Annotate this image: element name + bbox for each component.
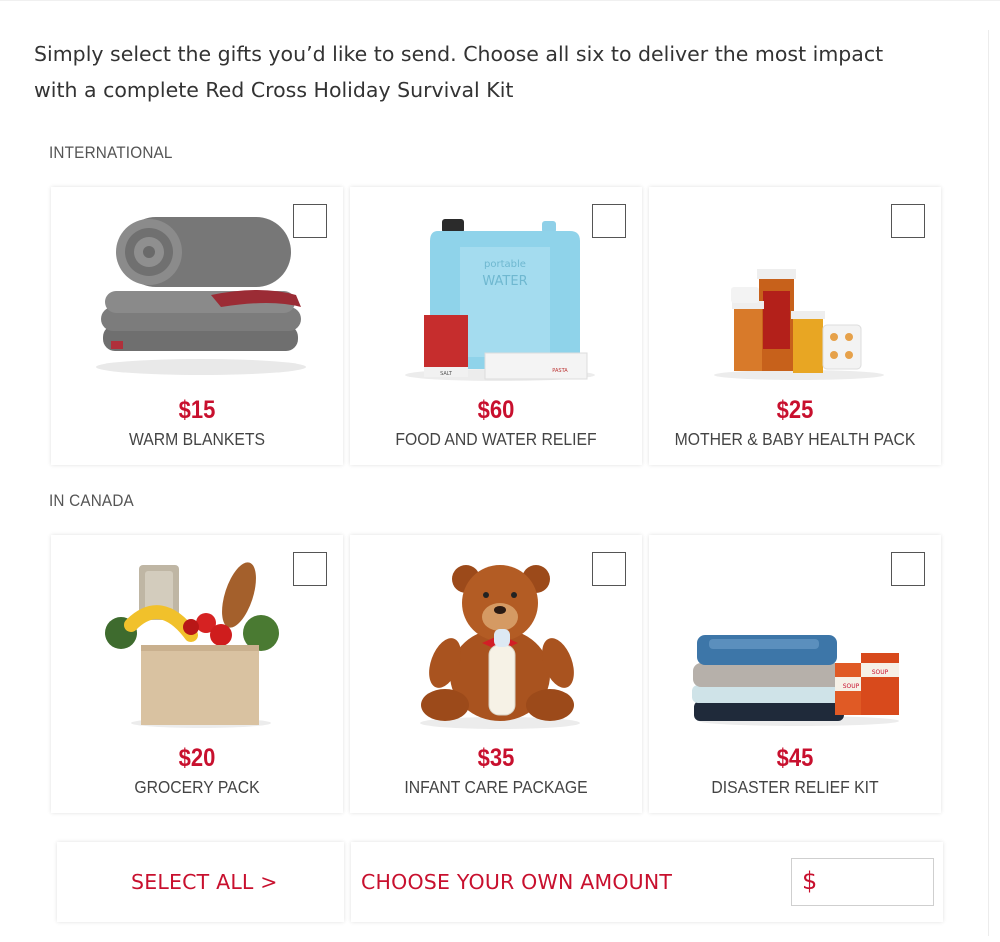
medicine-icon [714,269,884,380]
salt-label: SALT [440,371,453,377]
gift-price: $60 [477,396,515,424]
gift-name: DISASTER RELIEF KIT [711,777,879,797]
gift-checkbox[interactable] [293,552,327,586]
intro-line-2: with a complete Red Cross Holiday Surviv… [34,78,514,102]
jug-label-1: portable [484,259,526,270]
gift-price: $45 [776,744,814,772]
water-jug-icon: portable WATER SALT PASTA [405,219,595,381]
gift-card-warm-blankets[interactable]: $15 WARM BLANKETS [51,187,343,465]
intro-text: Simply select the gifts you’d like to se… [34,36,934,108]
panel-edge [988,30,989,936]
section-label-international: INTERNATIONAL [49,143,173,162]
gift-name: GROCERY PACK [134,777,260,797]
gift-checkbox[interactable] [293,204,327,238]
soup-label-2: SOUP [872,669,889,676]
gift-checkbox[interactable] [891,552,925,586]
top-divider [0,0,1000,1]
gift-card-health-pack[interactable]: $25 MOTHER & BABY HEALTH PACK [649,187,941,465]
intro-line-1: Simply select the gifts you’d like to se… [34,42,884,66]
select-all-button[interactable]: SELECT ALL > [131,842,278,922]
gift-name: WARM BLANKETS [129,429,265,449]
choose-amount-label: CHOOSE YOUR OWN AMOUNT [361,870,673,894]
gift-price: $35 [477,744,515,772]
gift-card-disaster-relief[interactable]: SOUP SOUP $45 DISASTER RELIEF KIT [649,535,941,813]
gift-card-grocery-pack[interactable]: $20 GROCERY PACK [51,535,343,813]
gift-name: FOOD AND WATER RELIEF [395,429,597,449]
jug-label-2: WATER [482,274,527,289]
soup-label-1: SOUP [843,683,860,690]
gift-checkbox[interactable] [891,204,925,238]
gift-price: $25 [776,396,814,424]
gift-card-infant-care[interactable]: $35 INFANT CARE PACKAGE [350,535,642,813]
gift-name: INFANT CARE PACKAGE [404,777,588,797]
custom-amount-field[interactable]: $ [791,858,934,906]
gift-price: $15 [178,396,216,424]
select-all-box[interactable]: SELECT ALL > [57,842,344,922]
currency-symbol: $ [802,867,818,895]
clothes-and-soup-icon: SOUP SOUP [692,635,899,726]
section-label-canada: IN CANADA [49,491,134,510]
gift-checkbox[interactable] [592,552,626,586]
grocery-bag-icon [105,562,279,728]
amount-input[interactable] [826,865,926,899]
gift-price: $20 [178,744,216,772]
pasta-label: PASTA [552,368,568,374]
blanket-icon [96,217,306,375]
gift-name: MOTHER & BABY HEALTH PACK [674,429,916,449]
teddy-bear-icon [420,565,580,729]
gift-card-food-water[interactable]: portable WATER SALT PASTA $60 FOOD AND W… [350,187,642,465]
gift-checkbox[interactable] [592,204,626,238]
